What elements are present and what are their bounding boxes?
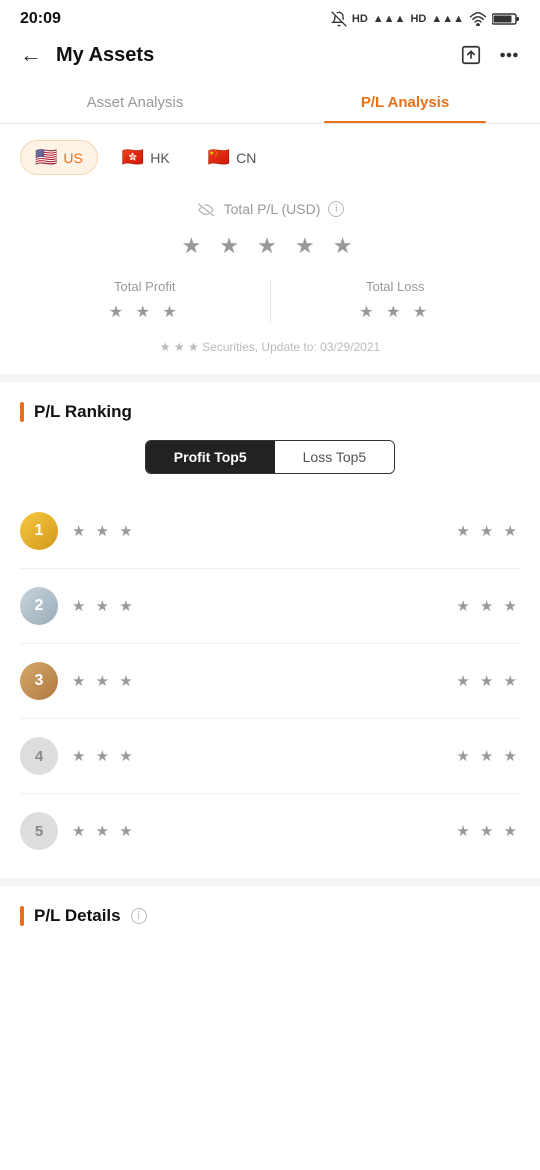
- status-time: 20:09: [20, 10, 61, 28]
- tab-pl-analysis[interactable]: P/L Analysis: [270, 80, 540, 123]
- pl-main-value: ★ ★ ★ ★ ★: [20, 233, 520, 259]
- ranking-item-4: 4 ★ ★ ★ ★ ★ ★: [20, 719, 520, 794]
- details-accent-bar: [20, 906, 24, 926]
- region-us-button[interactable]: 🇺🇸 US: [20, 140, 98, 175]
- rank-badge-2: 2: [20, 587, 58, 625]
- ranking-left-5: 5 ★ ★ ★: [20, 812, 136, 850]
- ranking-toggle: Profit Top5 Loss Top5: [145, 440, 395, 474]
- rank-name-stars-2: ★ ★ ★: [72, 597, 136, 615]
- ranking-item-2: 2 ★ ★ ★ ★ ★ ★: [20, 569, 520, 644]
- total-loss-label: Total Loss: [291, 279, 501, 294]
- eye-hidden-icon[interactable]: [196, 202, 216, 216]
- pl-summary-section: Total P/L (USD) i ★ ★ ★ ★ ★ Total Profit…: [0, 191, 540, 374]
- region-cn-button[interactable]: 🇨🇳 CN: [194, 140, 271, 175]
- ranking-item-1: 1 ★ ★ ★ ★ ★ ★: [20, 494, 520, 569]
- bell-muted-icon: [331, 11, 347, 27]
- rank-name-stars-3: ★ ★ ★: [72, 672, 136, 690]
- ranking-title: P/L Ranking: [34, 402, 132, 422]
- rank-value-stars-2: ★ ★ ★: [456, 597, 520, 615]
- battery-icon: [492, 12, 520, 26]
- rank-name-stars-1: ★ ★ ★: [72, 522, 136, 540]
- loss-top5-button[interactable]: Loss Top5: [275, 441, 395, 473]
- pl-details-info-icon[interactable]: i: [131, 908, 147, 924]
- section-divider: [0, 374, 540, 382]
- back-button[interactable]: ←: [20, 42, 42, 68]
- page-title: My Assets: [56, 44, 154, 67]
- rank-value-stars-5: ★ ★ ★: [456, 822, 520, 840]
- pl-total-label-row: Total P/L (USD) i: [20, 201, 520, 217]
- share-icon[interactable]: [460, 44, 482, 66]
- profit-top5-button[interactable]: Profit Top5: [146, 441, 275, 473]
- header-left: ← My Assets: [20, 42, 154, 68]
- total-profit-value: ★ ★ ★: [40, 302, 250, 322]
- region-hk-label: HK: [150, 150, 169, 166]
- ranking-header: P/L Ranking: [20, 402, 520, 422]
- ranking-left-2: 2 ★ ★ ★: [20, 587, 136, 625]
- status-bar: 20:09 HD ▲▲▲ HD ▲▲▲: [0, 0, 540, 34]
- signal-bars-2: ▲▲▲: [431, 13, 464, 25]
- ranking-item-3: 3 ★ ★ ★ ★ ★ ★: [20, 644, 520, 719]
- rank-value-stars-3: ★ ★ ★: [456, 672, 520, 690]
- rank-name-stars-5: ★ ★ ★: [72, 822, 136, 840]
- rank-badge-4: 4: [20, 737, 58, 775]
- tab-bar: Asset Analysis P/L Analysis: [0, 80, 540, 124]
- pl-total-text: Total P/L (USD): [224, 201, 321, 217]
- rank-value-stars-4: ★ ★ ★: [456, 747, 520, 765]
- pl-total-loss: Total Loss ★ ★ ★: [271, 279, 521, 322]
- rank-value-stars-1: ★ ★ ★: [456, 522, 520, 540]
- rank-name-stars-4: ★ ★ ★: [72, 747, 136, 765]
- total-loss-value: ★ ★ ★: [291, 302, 501, 322]
- region-hk-button[interactable]: 🇭🇰 HK: [108, 140, 184, 175]
- total-profit-label: Total Profit: [40, 279, 250, 294]
- ranking-accent-bar: [20, 402, 24, 422]
- region-us-label: US: [63, 150, 82, 166]
- us-flag-icon: 🇺🇸: [35, 147, 57, 168]
- pl-update-note: ★ ★ ★ Securities, Update to: 03/29/2021: [20, 340, 520, 354]
- rank-badge-5: 5: [20, 812, 58, 850]
- status-icons: HD ▲▲▲ HD ▲▲▲: [331, 11, 520, 27]
- ranking-section: P/L Ranking Profit Top5 Loss Top5 1 ★ ★ …: [0, 382, 540, 878]
- ranking-left-4: 4 ★ ★ ★: [20, 737, 136, 775]
- tab-asset-analysis[interactable]: Asset Analysis: [0, 80, 270, 123]
- pl-details-title: P/L Details: [34, 906, 121, 926]
- ranking-left-3: 3 ★ ★ ★: [20, 662, 136, 700]
- signal-icon-1: HD: [352, 13, 368, 25]
- ranking-left-1: 1 ★ ★ ★: [20, 512, 136, 550]
- ranking-list: 1 ★ ★ ★ ★ ★ ★ 2 ★ ★ ★ ★ ★ ★ 3 ★ ★ ★: [20, 494, 520, 868]
- signal-icon-2: HD: [410, 13, 426, 25]
- wifi-icon: [469, 12, 487, 26]
- region-cn-label: CN: [236, 150, 256, 166]
- pl-sub-row: Total Profit ★ ★ ★ Total Loss ★ ★ ★: [20, 279, 520, 322]
- header-right: [460, 44, 520, 66]
- rank-badge-1: 1: [20, 512, 58, 550]
- rank-badge-3: 3: [20, 662, 58, 700]
- more-icon[interactable]: [498, 44, 520, 66]
- ranking-item-5: 5 ★ ★ ★ ★ ★ ★: [20, 794, 520, 868]
- pl-info-icon[interactable]: i: [328, 201, 344, 217]
- signal-bars-1: ▲▲▲: [373, 13, 406, 25]
- cn-flag-icon: 🇨🇳: [208, 147, 230, 168]
- region-selector: 🇺🇸 US 🇭🇰 HK 🇨🇳 CN: [0, 124, 540, 191]
- pl-details-section: P/L Details i: [0, 878, 540, 936]
- header: ← My Assets: [0, 34, 540, 80]
- pl-total-profit: Total Profit ★ ★ ★: [20, 279, 271, 322]
- hk-flag-icon: 🇭🇰: [122, 147, 144, 168]
